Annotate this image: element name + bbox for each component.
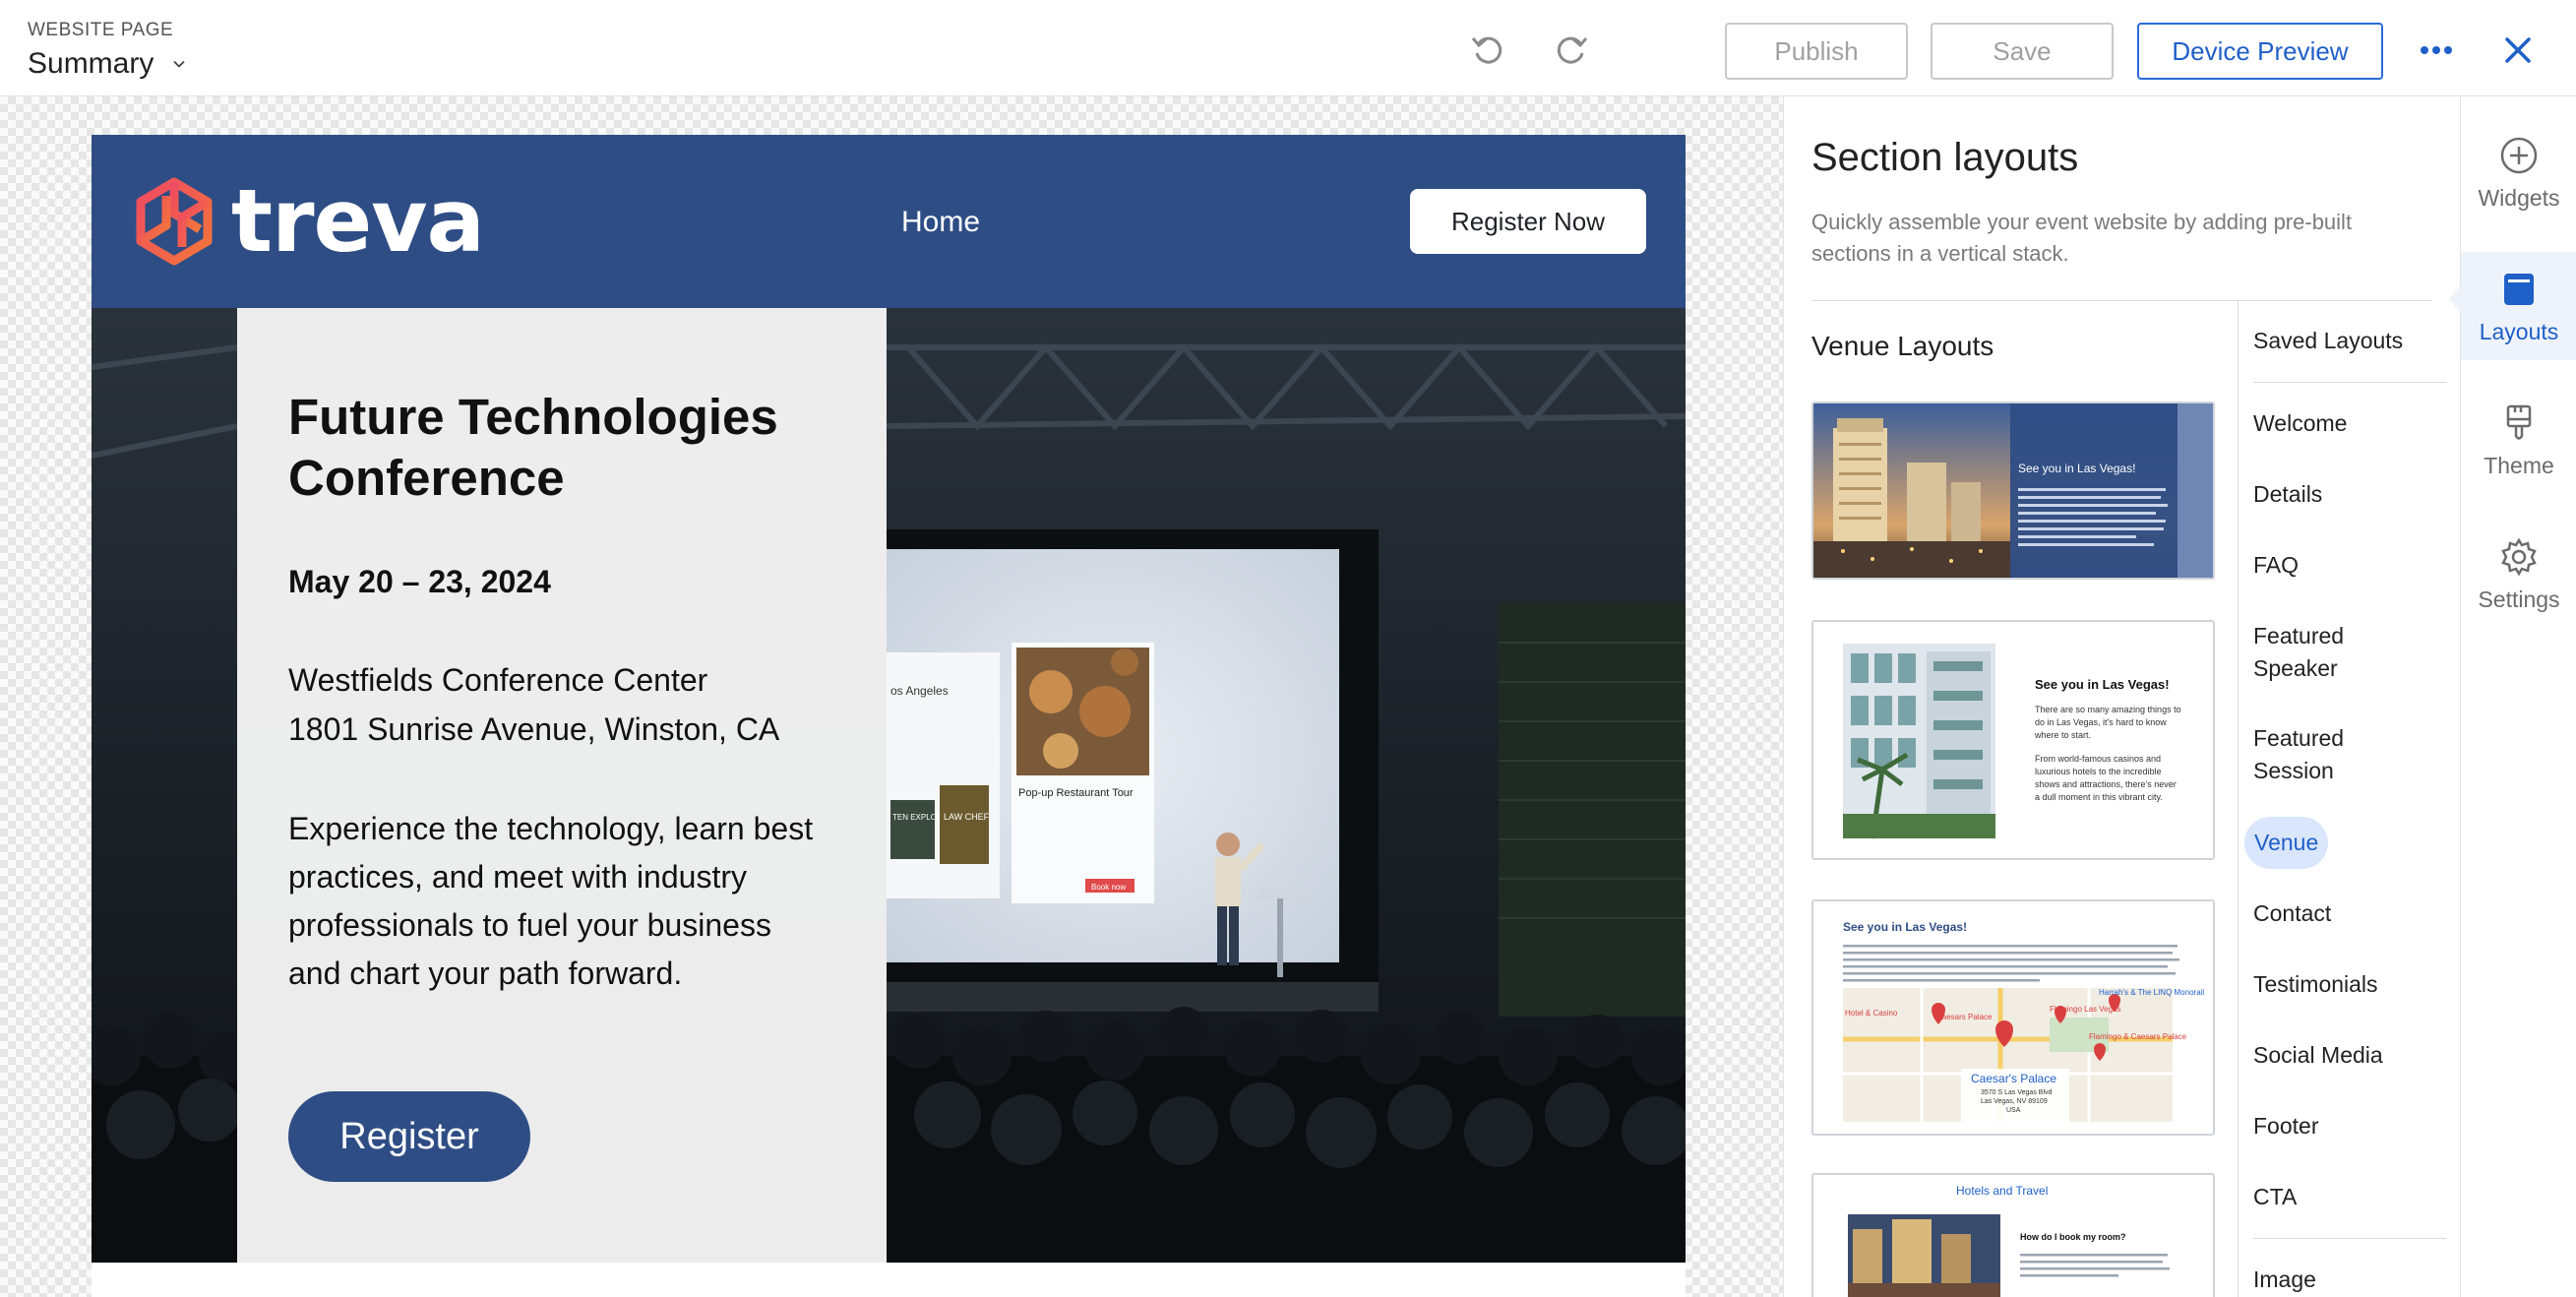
chevron-down-icon xyxy=(173,60,185,68)
thumb2-line: shows and attractions, there's never xyxy=(2035,779,2177,789)
event-description: Experience the technology, learn best pr… xyxy=(288,811,814,991)
category-featured-session[interactable]: Featured Session xyxy=(2253,722,2411,787)
undo-icon[interactable] xyxy=(1468,30,1507,69)
divider xyxy=(2238,301,2239,1297)
divider xyxy=(1811,300,2431,301)
plus-circle-icon xyxy=(2500,137,2538,174)
hero-info-card: Future Technologies Conference May 20 – … xyxy=(237,308,887,1263)
thumb3-heading: See you in Las Vegas! xyxy=(1843,920,1967,934)
rail-label: Theme xyxy=(2484,453,2554,478)
layout-thumbnail-venue-3[interactable]: See you in Las Vegas! Harrah's & The LIN… xyxy=(1811,899,2215,1136)
category-venue[interactable]: Venue xyxy=(2244,817,2329,869)
section-layouts-panel: Section layouts Quickly assemble your ev… xyxy=(1783,96,2460,1297)
category-contact[interactable]: Contact xyxy=(2253,897,2331,930)
website-preview: treva Home Register Now os Angeles TEN E… xyxy=(92,135,1686,1297)
venue-name: Westfields Conference Center xyxy=(288,662,708,698)
rail-settings[interactable]: Settings xyxy=(2461,520,2576,628)
nav-home-link[interactable]: Home xyxy=(901,206,980,239)
rail-label: Widgets xyxy=(2478,185,2560,211)
category-faq[interactable]: FAQ xyxy=(2253,549,2299,582)
thumb2-heading: See you in Las Vegas! xyxy=(2035,677,2170,692)
thumb2-line: From world-famous casinos and xyxy=(2035,754,2161,764)
layouts-icon xyxy=(2504,274,2534,305)
map-label: Caesars Palace xyxy=(1936,1013,1993,1021)
page-name: Summary xyxy=(28,47,154,80)
map-label: Flamingo Las Vegas xyxy=(2050,1005,2121,1014)
panel-title: Section layouts xyxy=(1811,136,2079,179)
layout-thumbnail-venue-4[interactable]: Hotels and Travel How do I book my room? xyxy=(1811,1173,2215,1297)
map-label: Caesar's Palace xyxy=(1971,1072,2056,1085)
register-button[interactable]: Register xyxy=(288,1091,530,1182)
right-rail: Widgets Layouts Theme Settings xyxy=(2449,96,2576,1297)
publish-button[interactable]: Publish xyxy=(1725,23,1908,80)
screen-city-text: os Angeles xyxy=(890,684,949,698)
panel-description: Quickly assemble your event website by a… xyxy=(1811,210,2353,266)
category-social-media[interactable]: Social Media xyxy=(2253,1039,2383,1072)
thumb2-line: a dull moment in this vibrant city. xyxy=(2035,792,2163,802)
more-options-icon[interactable] xyxy=(2419,35,2454,65)
thumb2-line: do in Las Vegas, it's hard to know xyxy=(2035,717,2167,727)
save-button[interactable]: Save xyxy=(1931,23,2114,80)
redo-icon[interactable] xyxy=(1552,30,1591,69)
screen-book2-text: LAW CHEF xyxy=(944,812,990,822)
divider xyxy=(2253,382,2446,383)
thumb4-heading: Hotels and Travel xyxy=(1956,1184,2048,1198)
device-preview-button[interactable]: Device Preview xyxy=(2137,23,2383,80)
thumb4-question: How do I book my room? xyxy=(2020,1232,2126,1242)
rail-layouts[interactable]: Layouts xyxy=(2461,252,2576,360)
brand-name: treva xyxy=(231,170,485,272)
rail-label: Settings xyxy=(2478,587,2560,612)
venue-address: 1801 Sunrise Avenue, Winston, CA xyxy=(288,711,780,747)
thumb1-heading: See you in Las Vegas! xyxy=(2018,462,2135,475)
rail-widgets[interactable]: Widgets xyxy=(2461,118,2576,226)
map-label: Flamingo & Caesars Palace xyxy=(2089,1032,2187,1041)
rail-label: Layouts xyxy=(2479,319,2559,344)
paint-brush-icon xyxy=(2506,404,2532,440)
category-featured-speaker[interactable]: Featured Speaker xyxy=(2253,620,2411,685)
category-cta[interactable]: CTA xyxy=(2253,1181,2297,1213)
register-now-button[interactable]: Register Now xyxy=(1410,189,1646,254)
gear-icon xyxy=(2501,537,2537,577)
page-kind-label: WEBSITE PAGE xyxy=(28,20,174,40)
category-saved-layouts[interactable]: Saved Layouts xyxy=(2253,325,2403,357)
event-title: Future Technologies Conference xyxy=(288,389,778,506)
event-date: May 20 – 23, 2024 xyxy=(288,564,551,599)
thumb2-line: where to start. xyxy=(2034,730,2091,740)
active-indicator xyxy=(2449,285,2461,313)
map-address: USA xyxy=(2006,1107,2021,1114)
map-address: 3570 S Las Vegas Blvd xyxy=(1981,1089,2052,1096)
site-logo[interactable]: treva xyxy=(131,170,485,272)
close-icon[interactable] xyxy=(2502,34,2534,66)
screen-card-button: Book now xyxy=(1091,883,1126,892)
map-address: Las Vegas, NV 89109 xyxy=(1981,1098,2048,1105)
layout-group-heading: Venue Layouts xyxy=(1811,331,1994,361)
treva-logo-icon xyxy=(136,177,213,266)
thumb2-line: There are so many amazing things to xyxy=(2035,705,2181,714)
layout-thumbnail-venue-2[interactable]: See you in Las Vegas! There are so many … xyxy=(1811,620,2215,860)
divider xyxy=(2253,1238,2446,1239)
screen-card-title: Pop-up Restaurant Tour xyxy=(1018,787,1134,799)
rail-theme[interactable]: Theme xyxy=(2461,386,2576,494)
site-header: treva Home Register Now xyxy=(92,135,1686,308)
category-image[interactable]: Image xyxy=(2253,1264,2316,1296)
map-label: Harrah's & The LINQ Monorail xyxy=(2099,988,2204,997)
category-testimonials[interactable]: Testimonials xyxy=(2253,968,2378,1001)
thumb2-line: luxurious hotels to the incredible xyxy=(2035,767,2162,776)
map-label: Hotel & Casino xyxy=(1845,1009,1898,1018)
category-details[interactable]: Details xyxy=(2253,478,2322,511)
category-welcome[interactable]: Welcome xyxy=(2253,407,2347,440)
top-bar: WEBSITE PAGE Summary Publish Save Device… xyxy=(0,0,2576,96)
category-footer[interactable]: Footer xyxy=(2253,1110,2318,1143)
layout-thumbnail-venue-1[interactable]: See you in Las Vegas! xyxy=(1811,401,2215,580)
page-selector[interactable]: Summary xyxy=(28,47,187,81)
hero-section: os Angeles TEN EXPLORERS LAW CHEF Pop-up… xyxy=(92,308,1686,1263)
